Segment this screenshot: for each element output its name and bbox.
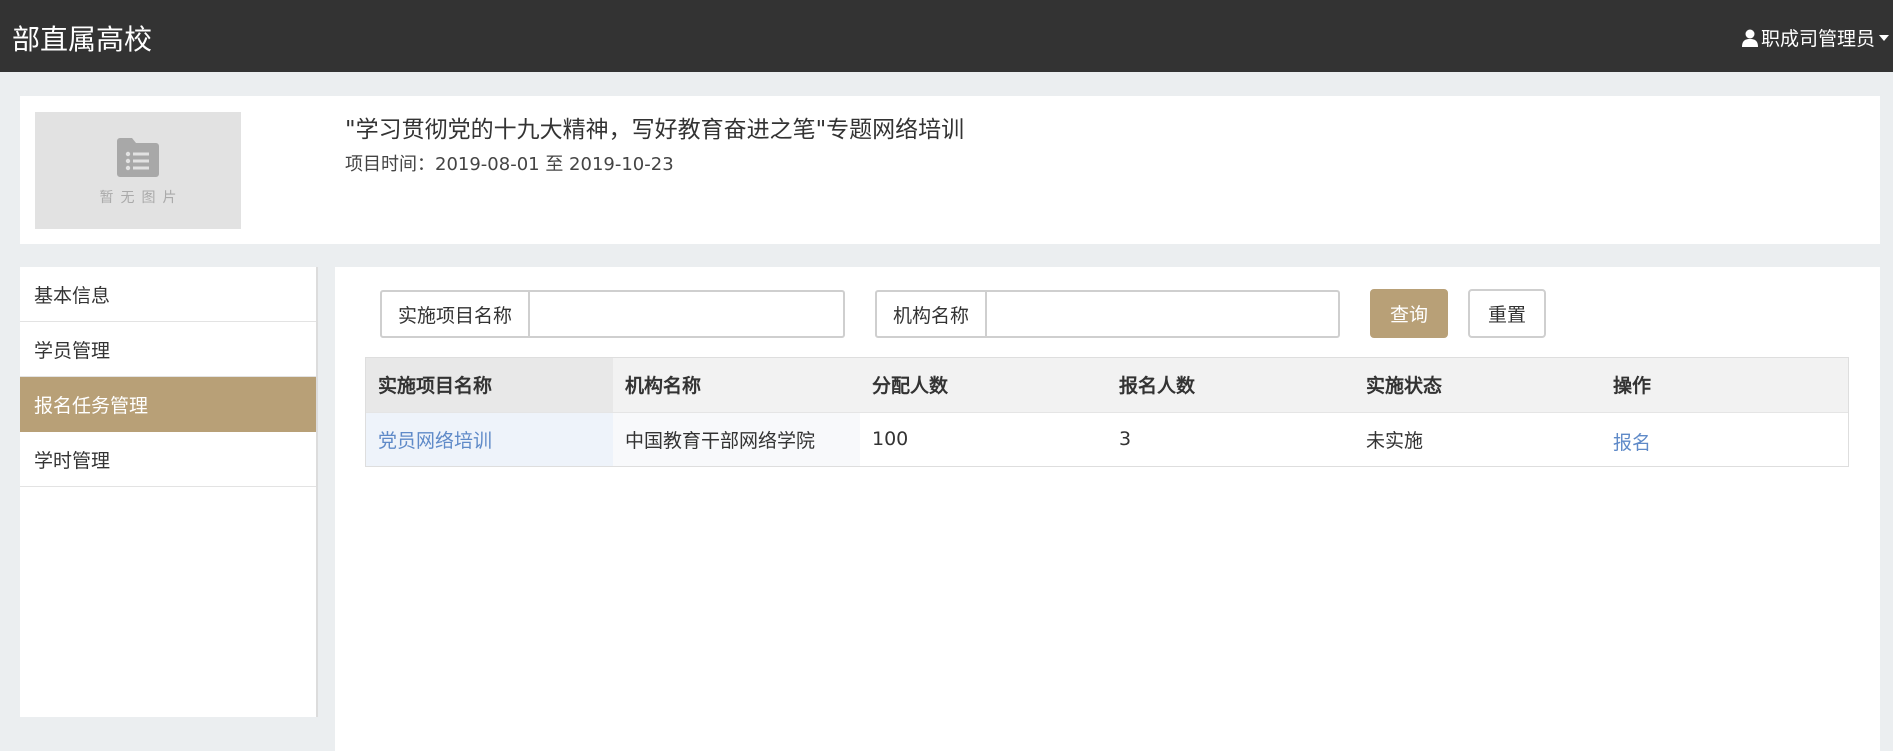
main-panel: 实施项目名称 机构名称 查询 重置 实施项目名称 机构名称 分配人数 报名人数 … bbox=[335, 267, 1880, 751]
sidebar-item-student-management[interactable]: 学员管理 bbox=[20, 322, 316, 377]
col-header-org[interactable]: 机构名称 bbox=[613, 358, 860, 412]
cell-status: 未实施 bbox=[1354, 411, 1601, 466]
tasks-table: 实施项目名称 机构名称 分配人数 报名人数 实施状态 操作 党员网络培训 中国教… bbox=[365, 357, 1849, 467]
org-name-input[interactable] bbox=[987, 292, 1338, 336]
col-header-allocated[interactable]: 分配人数 bbox=[860, 358, 1107, 412]
cell-allocated: 100 bbox=[860, 411, 1107, 466]
project-name-label: 实施项目名称 bbox=[382, 292, 531, 336]
user-icon bbox=[1741, 29, 1758, 47]
cell-org: 中国教育干部网络学院 bbox=[613, 411, 860, 466]
folder-list-icon bbox=[117, 137, 159, 177]
cell-action: 报名 bbox=[1601, 411, 1848, 466]
project-link[interactable]: 党员网络培训 bbox=[378, 430, 492, 452]
cell-enrolled: 3 bbox=[1107, 411, 1354, 466]
project-image-placeholder: 暂无图片 bbox=[35, 112, 241, 229]
col-header-status[interactable]: 实施状态 bbox=[1354, 358, 1601, 412]
reset-button[interactable]: 重置 bbox=[1468, 289, 1546, 338]
col-header-action: 操作 bbox=[1601, 358, 1848, 412]
top-navbar: 部直属高校 职成司管理员 bbox=[0, 0, 1893, 72]
org-name-label: 机构名称 bbox=[877, 292, 988, 336]
project-info-card: 暂无图片 "学习贯彻党的十九大精神，写好教育奋进之笔"专题网络培训 项目时间：2… bbox=[20, 96, 1880, 244]
sidebar: 基本信息 学员管理 报名任务管理 学时管理 bbox=[20, 267, 318, 717]
project-time: 项目时间：2019-08-01 至 2019-10-23 bbox=[345, 154, 674, 175]
col-header-enrolled[interactable]: 报名人数 bbox=[1107, 358, 1354, 412]
sidebar-item-enrollment-tasks[interactable]: 报名任务管理 bbox=[20, 377, 316, 432]
project-name-input[interactable] bbox=[530, 292, 843, 336]
sidebar-item-basic-info[interactable]: 基本信息 bbox=[20, 267, 316, 322]
project-title: "学习贯彻党的十九大精神，写好教育奋进之笔"专题网络培训 bbox=[345, 117, 965, 143]
no-image-text: 暂无图片 bbox=[99, 189, 184, 206]
col-header-project[interactable]: 实施项目名称 bbox=[366, 358, 613, 412]
cell-project: 党员网络培训 bbox=[366, 411, 613, 466]
table-row: 党员网络培训 中国教育干部网络学院 100 3 未实施 报名 bbox=[366, 411, 1848, 466]
caret-down-icon bbox=[1879, 34, 1889, 41]
table-header-row: 实施项目名称 机构名称 分配人数 报名人数 实施状态 操作 bbox=[366, 358, 1848, 412]
user-name: 职成司管理员 bbox=[1760, 28, 1875, 50]
query-button[interactable]: 查询 bbox=[1370, 289, 1448, 338]
enroll-link[interactable]: 报名 bbox=[1613, 432, 1651, 454]
project-name-filter: 实施项目名称 bbox=[380, 290, 845, 338]
brand-title[interactable]: 部直属高校 bbox=[12, 18, 152, 58]
sidebar-item-hours-management[interactable]: 学时管理 bbox=[20, 432, 316, 487]
user-menu[interactable]: 职成司管理员 bbox=[1741, 24, 1889, 51]
org-name-filter: 机构名称 bbox=[875, 290, 1340, 338]
